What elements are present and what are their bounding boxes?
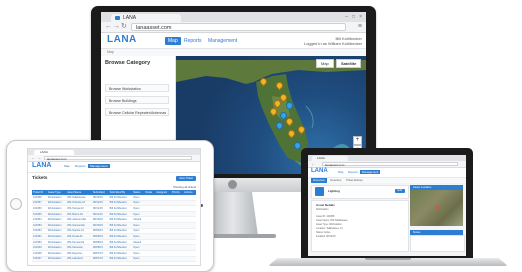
home-button-icon[interactable] xyxy=(10,198,22,210)
nav-reports[interactable]: Reports xyxy=(346,170,360,174)
table-cell: 08/07/15 xyxy=(91,256,109,263)
browse-item-buildings[interactable]: Browse Buildings xyxy=(105,96,169,104)
back-icon[interactable]: ← xyxy=(105,23,112,31)
lana-logo[interactable]: LANA xyxy=(107,34,137,45)
table-cell xyxy=(144,256,156,263)
nav-management[interactable]: Management xyxy=(205,37,240,45)
apple-logo-icon xyxy=(228,180,237,189)
detail-line: Asset Name: WS-Tallahassee xyxy=(316,219,348,222)
table-cell: Open xyxy=(132,256,145,263)
nav-management[interactable]: Management xyxy=(88,164,110,168)
user-subtitle: Logged in as William Kohlbecker xyxy=(303,41,362,46)
close-icon[interactable]: × xyxy=(359,14,362,20)
reload-icon[interactable]: ↻ xyxy=(121,23,127,31)
browser-tab-title: LANA xyxy=(123,15,137,21)
imac-stand xyxy=(208,192,258,236)
nav-map[interactable]: Map xyxy=(336,170,345,174)
nav-management[interactable]: Management xyxy=(360,170,381,174)
table-row[interactable]: 100447 Workstation WS-Lakeland 08/07/15 Bill… xyxy=(32,256,196,263)
browser-toolbar: ← → lanaasset.com xyxy=(28,155,200,162)
minimize-icon[interactable]: – xyxy=(345,14,348,20)
browse-panel-title: Browse Category xyxy=(105,60,151,66)
edit-button[interactable]: Edit xyxy=(394,189,405,193)
browser-tab[interactable]: LANA xyxy=(111,14,181,22)
address-bar[interactable]: lanaasset.com xyxy=(131,23,346,31)
satellite-view-toggle[interactable]: Satellite xyxy=(336,59,362,68)
table-cell: WS-Lakeland xyxy=(66,256,92,263)
lana-favicon-icon xyxy=(115,16,120,20)
browser-tab-title: LANA xyxy=(40,150,48,154)
laptop-screen: LANA ← lanaasset.com LANA Map Reports Ma… xyxy=(308,155,466,256)
breadcrumb: Map xyxy=(101,49,366,56)
detail-line: Asset Type: Workstation xyxy=(316,223,342,226)
maximize-icon[interactable]: □ xyxy=(352,14,355,20)
app-header: LANA Map Reports Management xyxy=(308,168,466,178)
address-bar[interactable]: lanaasset.com xyxy=(44,156,192,161)
table-cell[interactable]: 100447 xyxy=(32,256,47,263)
location-satellite-map[interactable] xyxy=(410,190,463,226)
tab-ticket-history[interactable]: Ticket History xyxy=(344,178,365,183)
detail-line: Asset ID: 100458 xyxy=(316,215,335,218)
browse-item-workstation[interactable]: Browse Workstation xyxy=(105,84,169,92)
app-header: LANA Map Reports Management xyxy=(28,162,200,173)
nav-reports[interactable]: Reports xyxy=(73,164,88,168)
filter-note: Showing all tickets xyxy=(172,185,196,189)
asset-card: Lighting Edit xyxy=(311,185,409,199)
back-icon[interactable]: ← xyxy=(31,155,35,160)
forward-icon[interactable]: → xyxy=(37,155,41,160)
detail-line: Status: Active xyxy=(316,231,331,234)
lana-logo[interactable]: LANA xyxy=(32,162,51,169)
lana-logo[interactable]: LANA xyxy=(311,168,328,174)
browse-item-cellular[interactable]: Browse Cellular Repeater/Antennas xyxy=(105,108,169,116)
tab-overview[interactable]: Overview xyxy=(311,178,327,183)
table-cell: Workstation xyxy=(46,256,67,263)
asset-card-title: Lighting xyxy=(328,189,340,193)
lightbulb-icon xyxy=(315,187,324,196)
back-icon[interactable]: ← xyxy=(311,161,315,166)
nav-map[interactable]: Map xyxy=(165,37,181,45)
new-ticket-button[interactable]: New Ticket xyxy=(176,176,196,181)
browser-tab-strip: LANA – □ × xyxy=(101,12,366,22)
details-title: Asset Details xyxy=(316,203,335,207)
browser-tab-title: LANA xyxy=(317,156,325,160)
menu-icon[interactable]: ≡ xyxy=(358,23,362,31)
asset-details-card: Asset Details Workstation Asset ID: 1004… xyxy=(311,200,409,252)
browser-toolbar: ← lanaasset.com xyxy=(308,161,466,168)
tab-inventory[interactable]: Inventory xyxy=(328,178,344,183)
detail-line: Installed: 08/12/15 xyxy=(316,235,336,238)
forward-icon[interactable]: → xyxy=(113,23,120,31)
sub-tabs: Overview Inventory Ticket History xyxy=(308,178,466,183)
address-bar[interactable]: lanaasset.com xyxy=(322,162,458,167)
ipad-screen: LANA ← → lanaasset.com LANA Map Reports … xyxy=(27,148,201,266)
nav-map[interactable]: Map xyxy=(62,164,72,168)
zoom-in-button[interactable]: + xyxy=(353,136,362,145)
page-title: Tickets xyxy=(32,175,48,180)
table-cell: Bill Kohlbecker xyxy=(108,256,133,263)
detail-line: Location: Tallahassee, FL xyxy=(316,227,344,230)
table-cell xyxy=(183,256,196,263)
table-cell xyxy=(155,256,171,263)
tickets-table: Ticket ID Asset Type Asset Name Submitted Su… xyxy=(32,190,196,263)
laptop-notch xyxy=(365,258,411,260)
map-view-toggle[interactable]: Map xyxy=(316,59,334,68)
notes-panel xyxy=(410,235,465,252)
table-cell xyxy=(170,256,184,263)
app-header: LANA Map Reports Management Bill Kohlbec… xyxy=(101,33,366,49)
browser-toolbar: ← → ↻ lanaasset.com ≡ xyxy=(101,22,366,33)
location-pin-icon[interactable] xyxy=(436,206,439,209)
details-subtitle: Workstation xyxy=(316,208,329,211)
nav-reports[interactable]: Reports xyxy=(181,37,205,45)
